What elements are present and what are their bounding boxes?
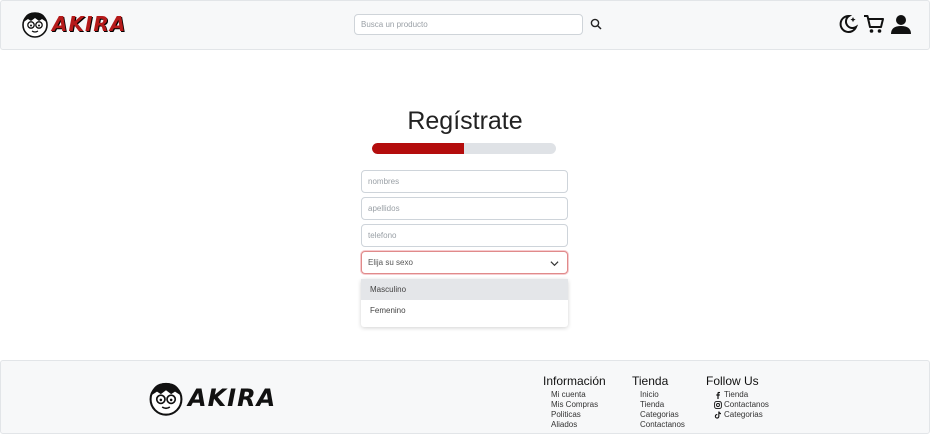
sexo-dropdown-menu: Masculino Femenino (361, 279, 568, 327)
footer-link[interactable]: Mi cuenta (551, 390, 606, 400)
chevron-down-icon (550, 261, 559, 267)
brand-logo-text: AKIRA (52, 12, 127, 36)
apellidos-input[interactable]: apellidos (361, 197, 568, 220)
sexo-select[interactable]: Elija su sexo (361, 251, 568, 274)
nombres-input[interactable]: nombres (361, 170, 568, 193)
footer-link-label: Tienda (724, 390, 749, 399)
brand-logo[interactable]: AKIRA (21, 10, 126, 38)
footer-link-tiktok[interactable]: Categorias (714, 410, 769, 420)
footer-heading-follow: Follow Us (706, 374, 759, 388)
akira-face-icon (149, 382, 183, 416)
footer-link[interactable]: Aliados (551, 420, 606, 430)
footer-logo-text: AKIRA (188, 384, 277, 412)
footer-link[interactable]: Tienda (640, 400, 685, 410)
top-navbar: AKIRA Busca un producto (0, 0, 930, 50)
footer-heading-informacion: Información (543, 374, 606, 388)
footer-link[interactable]: Inicio (640, 390, 685, 400)
progress-fill (372, 143, 464, 154)
sexo-select-value: Elija su sexo (368, 258, 413, 267)
footer: AKIRA Información Mi cuenta Mis Compras … (0, 360, 930, 434)
cart-icon[interactable] (863, 13, 885, 35)
telefono-input[interactable]: telefono (361, 224, 568, 247)
search-input[interactable]: Busca un producto (354, 14, 583, 35)
registration-progress-bar (372, 143, 556, 154)
footer-link-label: Contactanos (724, 400, 769, 409)
option-masculino[interactable]: Masculino (361, 279, 568, 300)
tiktok-icon (714, 411, 721, 419)
option-femenino[interactable]: Femenino (361, 300, 568, 321)
footer-heading-tienda: Tienda (632, 374, 669, 388)
footer-link[interactable]: Mis Compras (551, 400, 606, 410)
footer-link-instagram[interactable]: Contactanos (714, 400, 769, 410)
footer-link[interactable]: Politicas (551, 410, 606, 420)
footer-col-tienda: Tienda Inicio Tienda Categorias Contacta… (632, 374, 685, 430)
footer-col-informacion: Información Mi cuenta Mis Compras Politi… (543, 374, 606, 430)
user-icon[interactable] (890, 13, 912, 35)
footer-col-follow: Follow Us Tienda Contactanos Categorias (706, 374, 769, 420)
footer-link-label: Categorias (724, 410, 763, 419)
moon-icon[interactable] (837, 13, 859, 35)
footer-link[interactable]: Categorias (640, 410, 685, 420)
footer-logo[interactable]: AKIRA (148, 380, 276, 416)
search-icon[interactable] (590, 18, 602, 30)
page-title: Regístrate (407, 107, 523, 135)
facebook-icon (716, 391, 720, 399)
akira-face-icon (22, 12, 48, 38)
footer-link[interactable]: Contactanos (640, 420, 685, 430)
footer-link-facebook[interactable]: Tienda (714, 390, 769, 400)
instagram-icon (714, 401, 722, 409)
